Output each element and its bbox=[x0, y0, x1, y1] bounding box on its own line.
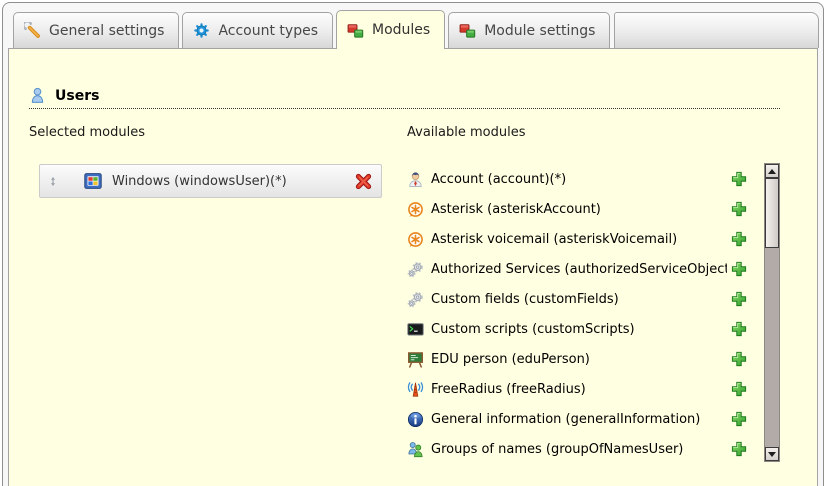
selected-modules-heading: Selected modules bbox=[29, 125, 407, 140]
selected-module-row[interactable]: Windows (windowsUser)(*) bbox=[39, 164, 382, 198]
tab-label: Account types bbox=[218, 23, 318, 39]
tab-general-settings[interactable]: General settings bbox=[13, 12, 179, 48]
available-module-label: Asterisk (asteriskAccount) bbox=[431, 202, 727, 217]
scrollbar-up-button[interactable] bbox=[765, 164, 779, 178]
chalkboard-icon bbox=[407, 351, 424, 368]
tab-label: Module settings bbox=[484, 23, 595, 39]
tab-module-settings[interactable]: Module settings bbox=[448, 12, 610, 48]
tab-bar: General settings Account types Modules M… bbox=[3, 10, 823, 48]
add-module-button[interactable] bbox=[731, 291, 747, 307]
modules-panel: Users Selected modules Windows (windowsU… bbox=[8, 48, 818, 486]
info-icon bbox=[407, 411, 424, 428]
available-modules-column: Available modules Account (account)(*) A… bbox=[407, 125, 780, 464]
users-section-header: Users bbox=[29, 87, 780, 109]
add-module-button[interactable] bbox=[731, 171, 747, 187]
add-module-button[interactable] bbox=[731, 231, 747, 247]
tab-modules[interactable]: Modules bbox=[336, 10, 445, 49]
add-module-button[interactable] bbox=[731, 441, 747, 457]
configuration-window: General settings Account types Modules M… bbox=[2, 2, 824, 486]
section-title: Users bbox=[55, 88, 99, 104]
available-module-row: Account (account)(*) bbox=[407, 164, 747, 194]
available-module-row: Custom scripts (customScripts) bbox=[407, 314, 747, 344]
scrollbar[interactable] bbox=[764, 163, 780, 462]
modules-columns: Selected modules Windows (windowsUser)(*… bbox=[29, 125, 817, 464]
gear-icon bbox=[193, 22, 210, 39]
available-module-row: FreeRadius (freeRadius) bbox=[407, 374, 747, 404]
tab-label: General settings bbox=[49, 23, 164, 39]
available-module-label: General information (generalInformation) bbox=[431, 412, 727, 427]
group-icon bbox=[407, 441, 424, 458]
drag-handle-icon[interactable] bbox=[48, 174, 58, 189]
available-module-row: Authorized Services (authorizedServiceOb… bbox=[407, 254, 747, 284]
selected-modules-column: Selected modules Windows (windowsUser)(*… bbox=[29, 125, 407, 464]
add-module-button[interactable] bbox=[731, 381, 747, 397]
triangle-down-icon bbox=[768, 452, 776, 457]
available-module-row: General information (generalInformation) bbox=[407, 404, 747, 434]
modules-icon bbox=[347, 22, 364, 39]
account-icon bbox=[407, 171, 424, 188]
scrollbar-thumb[interactable] bbox=[765, 178, 779, 248]
add-module-button[interactable] bbox=[731, 261, 747, 277]
tab-account-types[interactable]: Account types bbox=[182, 12, 333, 48]
available-module-label: Authorized Services (authorizedServiceOb… bbox=[431, 262, 727, 277]
available-module-label: FreeRadius (freeRadius) bbox=[431, 382, 727, 397]
add-module-button[interactable] bbox=[731, 321, 747, 337]
add-module-button[interactable] bbox=[731, 201, 747, 217]
windows-icon bbox=[84, 172, 102, 190]
gears-icon bbox=[407, 261, 424, 278]
modules-icon bbox=[459, 22, 476, 39]
available-module-label: Custom fields (customFields) bbox=[431, 292, 727, 307]
asterisk-icon bbox=[407, 201, 424, 218]
user-icon bbox=[29, 87, 46, 104]
available-module-row: EDU person (eduPerson) bbox=[407, 344, 747, 374]
selected-module-label: Windows (windowsUser)(*) bbox=[112, 174, 287, 189]
gears-icon bbox=[407, 291, 424, 308]
antenna-icon bbox=[407, 381, 424, 398]
tab-label: Modules bbox=[372, 22, 430, 38]
asterisk-icon bbox=[407, 231, 424, 248]
terminal-icon bbox=[407, 321, 424, 338]
available-module-row: Asterisk (asteriskAccount) bbox=[407, 194, 747, 224]
available-module-label: Custom scripts (customScripts) bbox=[431, 322, 727, 337]
triangle-up-icon bbox=[768, 169, 776, 174]
add-module-button[interactable] bbox=[731, 351, 747, 367]
remove-module-button[interactable] bbox=[355, 173, 372, 190]
available-module-label: Account (account)(*) bbox=[431, 172, 727, 187]
available-module-label: Groups of names (groupOfNamesUser) bbox=[431, 442, 727, 457]
available-module-label: Asterisk voicemail (asteriskVoicemail) bbox=[431, 232, 727, 247]
add-module-button[interactable] bbox=[731, 411, 747, 427]
available-modules-list: Account (account)(*) Asterisk (asteriskA… bbox=[407, 164, 747, 464]
available-module-row: Asterisk voicemail (asteriskVoicemail) bbox=[407, 224, 747, 254]
tab-bar-filler bbox=[614, 12, 819, 48]
available-modules-heading: Available modules bbox=[407, 125, 780, 140]
available-modules-area: Account (account)(*) Asterisk (asteriskA… bbox=[407, 164, 780, 464]
available-module-label: EDU person (eduPerson) bbox=[431, 352, 727, 367]
available-module-row: Groups of names (groupOfNamesUser) bbox=[407, 434, 747, 464]
wrench-icon bbox=[24, 22, 41, 39]
scrollbar-down-button[interactable] bbox=[765, 447, 779, 461]
available-module-row: Custom fields (customFields) bbox=[407, 284, 747, 314]
